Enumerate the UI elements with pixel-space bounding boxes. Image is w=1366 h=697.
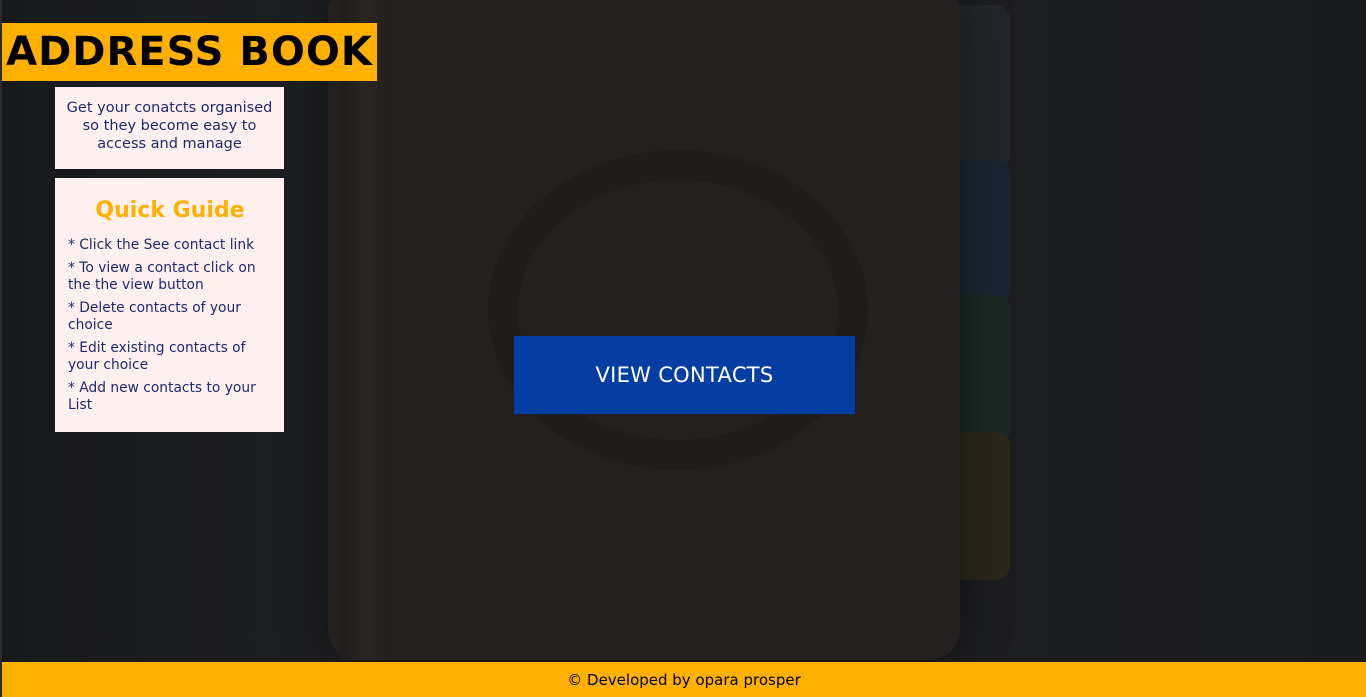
guide-item-edit-contacts: * Edit existing contacts of your choice bbox=[68, 340, 246, 373]
footer-text: © Developed by opara prosper bbox=[567, 670, 801, 689]
guide-item-view-contact: * To view a contact click on the the vie… bbox=[68, 260, 256, 293]
guide-item-delete-contacts: * Delete contacts of your choice bbox=[68, 300, 241, 333]
left-edge bbox=[0, 0, 2, 697]
quick-guide-list: * Click the See contact link * To view a… bbox=[68, 237, 272, 414]
notebook-spine bbox=[340, 0, 390, 660]
view-contacts-button[interactable]: VIEW CONTACTS bbox=[514, 336, 855, 414]
guide-item-add-contacts: * Add new contacts to your List bbox=[68, 380, 256, 413]
footer: © Developed by opara prosper bbox=[2, 662, 1366, 697]
intro-text: Get your conatcts organised so they beco… bbox=[66, 100, 273, 152]
intro-panel: Get your conatcts organised so they beco… bbox=[55, 87, 284, 169]
page-title-banner: ADDRESS BOOK bbox=[2, 23, 377, 81]
notebook-emblem bbox=[488, 150, 868, 470]
page-title: ADDRESS BOOK bbox=[6, 29, 373, 75]
quick-guide-title: Quick Guide bbox=[95, 198, 245, 223]
quick-guide-panel: Quick Guide * Click the See contact link… bbox=[55, 178, 284, 432]
guide-item-see-contact: * Click the See contact link bbox=[68, 237, 255, 253]
